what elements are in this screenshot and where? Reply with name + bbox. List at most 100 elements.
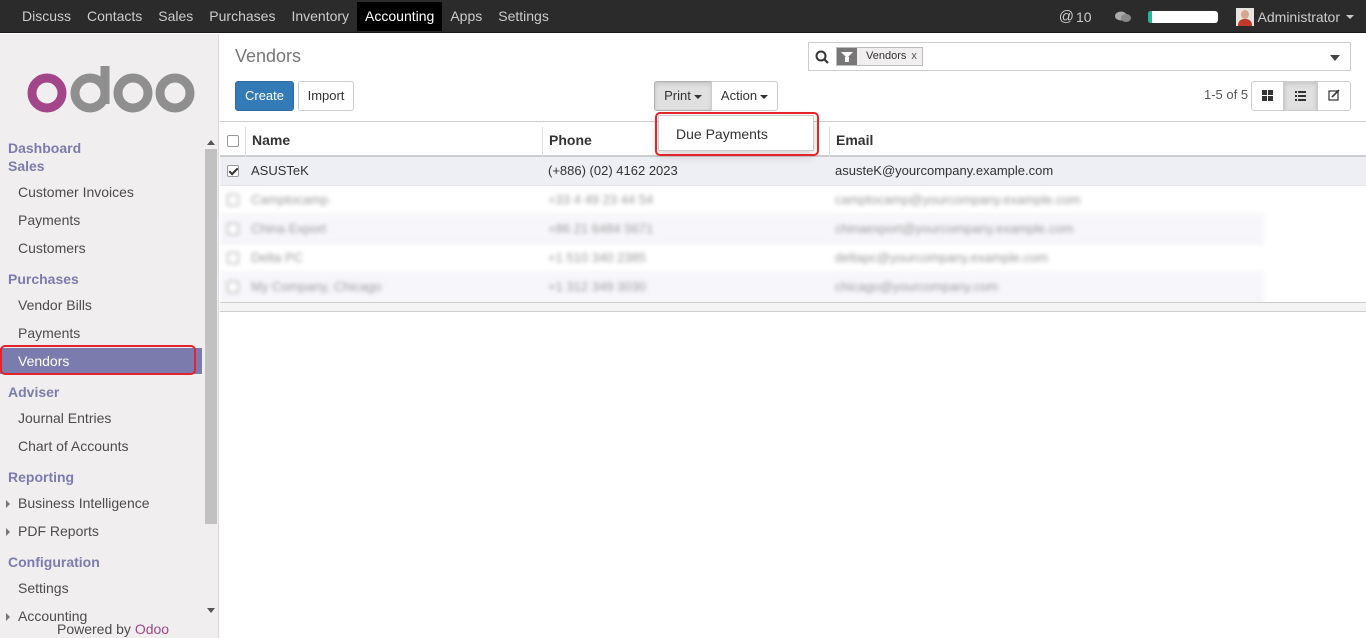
caret-right-icon[interactable]: [6, 613, 10, 621]
list-view-button[interactable]: [1284, 81, 1317, 111]
vendor-phone: +33 4 49 23 44 54: [548, 192, 654, 207]
sidebar-section-reporting: Reporting: [8, 469, 75, 485]
sidebar-item-settings[interactable]: Settings: [18, 580, 69, 596]
vendor-name: My Company, Chicago: [251, 279, 382, 294]
vendor-phone: (+886) (02) 4162 2023: [548, 163, 678, 178]
row-checkbox[interactable]: [227, 223, 239, 235]
row-checkbox[interactable]: [227, 194, 239, 206]
sidebar-section-sales: Sales: [8, 158, 45, 174]
sidebar-item-journal-entries[interactable]: Journal Entries: [18, 410, 111, 426]
vendor-name: Delta PC: [251, 250, 304, 265]
table-row[interactable]: My Company, Chicago +1 312 349 3030 chic…: [220, 273, 1264, 302]
menu-apps[interactable]: Apps: [442, 0, 490, 33]
import-button[interactable]: Import: [298, 81, 354, 111]
pager-value[interactable]: 1-5 of 5: [1204, 87, 1248, 102]
powered-by: Powered by Odoo: [57, 621, 170, 637]
vendor-email: chicago@yourcompany.com: [835, 279, 999, 294]
caret-down-icon: [693, 94, 702, 99]
table-row[interactable]: Camptocamp +33 4 49 23 44 54 camptocamp@…: [220, 186, 1264, 215]
vendor-email: camptocamp@yourcompany.example.com: [835, 192, 1081, 207]
vendor-email: chinaexport@yourcompany.example.com: [835, 221, 1074, 236]
user-menu[interactable]: Administrator: [1258, 9, 1354, 25]
app-menu: Discuss Contacts Sales Purchases Invento…: [14, 0, 557, 33]
kanban-view-button[interactable]: [1251, 81, 1284, 111]
caret-right-icon[interactable]: [6, 528, 10, 536]
filter-icon: [837, 48, 857, 65]
vendor-name: ASUSTeK: [251, 163, 309, 178]
odoo-logo: [27, 66, 195, 113]
sidebar-scrollbar[interactable]: [203, 140, 217, 614]
search-facet: Vendors x: [836, 47, 923, 66]
table-row[interactable]: ASUSTeK (+886) (02) 4162 2023 asusteK@yo…: [220, 157, 1366, 186]
onboarding-progress[interactable]: [1147, 10, 1218, 23]
column-header-email[interactable]: Email: [836, 132, 873, 148]
search-icon: [815, 50, 829, 64]
menu-settings[interactable]: Settings: [490, 0, 557, 33]
sidebar-item-customer-invoices[interactable]: Customer Invoices: [18, 184, 134, 200]
vendor-phone: +86 21 6484 5671: [548, 221, 654, 236]
menu-accounting[interactable]: Accounting: [357, 2, 443, 31]
progress-fill: [1147, 10, 1153, 23]
vendor-name: Camptocamp: [251, 192, 329, 207]
list-icon: [1295, 91, 1306, 101]
row-checkbox[interactable]: [227, 252, 239, 264]
user-name: Administrator: [1257, 8, 1340, 25]
powered-by-brand-link[interactable]: Odoo: [135, 621, 169, 637]
sidebar-item-customers[interactable]: Customers: [18, 240, 86, 256]
vendor-email: asusteK@yourcompany.example.com: [835, 163, 1054, 178]
chat-icon[interactable]: [1114, 10, 1132, 24]
table-row[interactable]: Delta PC +1 510 340 2385 deltapc@yourcom…: [220, 244, 1264, 273]
page-title: Vendors: [235, 46, 302, 66]
vendor-phone: +1 510 340 2385: [548, 250, 646, 265]
column-header-phone[interactable]: Phone: [549, 132, 592, 148]
at-icon: @: [1058, 8, 1074, 25]
sidebar-item-business-intelligence[interactable]: Business Intelligence: [18, 495, 150, 511]
vendor-name: China Export: [251, 221, 327, 236]
list-footer: [220, 302, 1366, 312]
menu-discuss[interactable]: Discuss: [14, 0, 79, 33]
avatar[interactable]: [1235, 7, 1254, 26]
sidebar-section-configuration: Configuration: [8, 554, 100, 570]
grid-icon: [1262, 90, 1273, 101]
search-options-chevron-icon[interactable]: [1330, 55, 1340, 61]
sidebar-section-dashboard[interactable]: Dashboard: [8, 140, 81, 156]
scrollbar-thumb[interactable]: [205, 149, 217, 524]
vendors-highlight-box: [0, 345, 196, 375]
action-button[interactable]: Action: [711, 81, 778, 111]
table-row[interactable]: China Export +86 21 6484 5671 chinaexpor…: [220, 215, 1264, 244]
sidebar-section-adviser: Adviser: [8, 384, 60, 400]
row-checkbox[interactable]: [227, 165, 239, 177]
menu-inventory[interactable]: Inventory: [283, 0, 357, 33]
vendor-phone: +1 312 349 3030: [548, 279, 646, 294]
search-input[interactable]: Vendors x: [808, 42, 1351, 71]
sidebar-item-sales-payments[interactable]: Payments: [18, 212, 80, 228]
sidebar-item-chart-of-accounts[interactable]: Chart of Accounts: [18, 438, 129, 454]
due-payments-highlight-box: [655, 112, 819, 156]
sidebar-item-vendor-bills[interactable]: Vendor Bills: [18, 297, 92, 313]
mention-count: 10: [1075, 8, 1092, 25]
menu-purchases[interactable]: Purchases: [201, 0, 283, 33]
chevron-down-icon: [1346, 14, 1354, 19]
sidebar-section-purchases: Purchases: [8, 271, 79, 287]
top-navbar: Discuss Contacts Sales Purchases Invento…: [0, 0, 1366, 33]
facet-label: Vendors: [857, 48, 912, 65]
vendor-email: deltapc@yourcompany.example.com: [835, 250, 1049, 265]
menu-sales[interactable]: Sales: [150, 0, 201, 33]
form-view-button[interactable]: [1317, 81, 1351, 111]
caret-down-icon: [760, 94, 769, 99]
facet-remove-icon[interactable]: x: [911, 48, 922, 65]
menu-contacts[interactable]: Contacts: [79, 0, 150, 33]
column-header-name[interactable]: Name: [252, 132, 290, 148]
mentions-button[interactable]: @ 10: [1059, 8, 1092, 25]
sidebar-item-pdf-reports[interactable]: PDF Reports: [18, 523, 99, 539]
scroll-down-icon[interactable]: [207, 608, 215, 613]
scroll-up-icon[interactable]: [207, 140, 215, 145]
sidebar: Dashboard Sales Customer Invoices Paymen…: [0, 34, 219, 638]
print-button[interactable]: Print: [654, 81, 712, 111]
select-all-checkbox[interactable]: [227, 135, 239, 147]
row-checkbox[interactable]: [227, 281, 239, 293]
caret-right-icon[interactable]: [6, 500, 10, 508]
create-button[interactable]: Create: [235, 81, 294, 111]
sidebar-item-purchase-payments[interactable]: Payments: [18, 325, 80, 341]
systray: @ 10 Administrator: [1059, 0, 1366, 33]
